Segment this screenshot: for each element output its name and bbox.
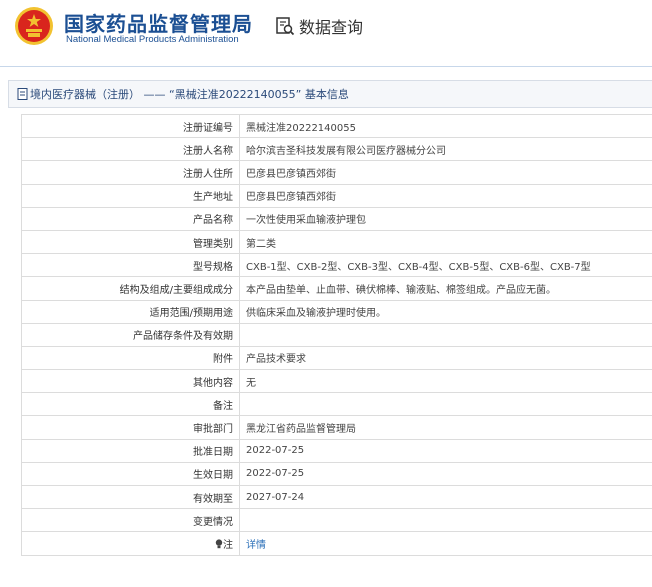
table-row-note: 注 详情 (21, 531, 652, 556)
registration-info-table: 注册证编号 黑械注准20222140055 注册人名称 哈尔滨吉圣科技发展有限公司医疗… (21, 113, 652, 556)
field-value: 2022-07-25 (239, 461, 652, 487)
page-title: 境内医疗器械（注册） —— “黑械注准20222140055” 基本信息 (30, 88, 349, 101)
table-row: 有效期至 2027-07-24 (21, 484, 652, 510)
field-label: 管理类别 (21, 229, 240, 255)
data-query-button[interactable]: 数据查询 (275, 14, 363, 38)
field-label: 其他内容 (21, 369, 240, 394)
field-label: 注 (21, 531, 240, 556)
field-label: 结构及组成/主要组成成分 (21, 276, 240, 301)
table-row: 其他内容无 (21, 369, 652, 394)
table-row: 附件 产品技术要求 (21, 345, 652, 371)
table-row: 备注 (21, 392, 652, 417)
field-label: 产品名称 (21, 206, 240, 231)
field-label: 变更情况 (21, 508, 240, 533)
field-value (239, 392, 652, 417)
table-row: 结构及组成/主要组成成分 本产品由垫单、止血带、碘伏棉棒、输液贴、棉签组成。产品应… (21, 276, 652, 301)
document-icon (17, 88, 28, 100)
table-row: 产品储存条件及有效期 (21, 322, 652, 347)
field-label: 生产地址 (21, 183, 240, 208)
data-search-icon (276, 17, 295, 36)
field-value: 巴彦县巴彦镇西郊街 (239, 160, 652, 185)
field-label: 注册人住所 (21, 160, 240, 185)
field-value: 一次性使用采血输液护理包 (239, 206, 652, 231)
org-name-en: National Medical Products Administration (66, 34, 239, 45)
table-row: 注册人名称 哈尔滨吉圣科技发展有限公司医疗器械分公司 (21, 137, 652, 162)
site-header: 国家药品监督管理局 National Medical Products Admi… (0, 0, 652, 67)
table-row: 注册人住所 巴彦县巴彦镇西郊街 (21, 160, 652, 185)
field-value (239, 508, 652, 533)
field-value: CXB-1型、CXB-2型、CXB-3型、CXB-4型、CXB-5型、CXB-6… (239, 253, 652, 278)
table-row: 管理类别 第二类 (21, 229, 652, 255)
field-value: 黑龙江省药品监督管理局 (239, 415, 652, 440)
field-value: 无 (239, 369, 652, 394)
field-label: 批准日期 (21, 438, 240, 463)
table-row: 型号规格 CXB-1型、CXB-2型、CXB-3型、CXB-4型、CXB-5型、C… (21, 253, 652, 278)
field-value: 2027-07-24 (239, 484, 652, 510)
field-value: 详情 (239, 531, 652, 556)
field-label: 有效期至 (21, 484, 240, 510)
field-label: 适用范围/预期用途 (21, 299, 240, 324)
field-label: 注册证编号 (21, 113, 240, 139)
page-title-bar: 境内医疗器械（注册） —— “黑械注准20222140055” 基本信息 (8, 80, 652, 108)
table-row: 批准日期 2022-07-25 (21, 438, 652, 463)
field-label: 附件 (21, 345, 240, 371)
details-link[interactable]: 详情 (246, 540, 266, 551)
field-label: 产品储存条件及有效期 (21, 322, 240, 347)
org-name-cn: 国家药品监督管理局 (64, 12, 253, 36)
national-emblem-icon (15, 7, 53, 45)
field-value: 巴彦县巴彦镇西郊街 (239, 183, 652, 208)
field-value: 供临床采血及输液护理时使用。 (239, 299, 652, 324)
table-row: 注册证编号 黑械注准20222140055 (21, 113, 652, 139)
field-value: 黑械注准20222140055 (239, 113, 652, 139)
table-row: 生产地址 巴彦县巴彦镇西郊街 (21, 183, 652, 208)
field-label: 生效日期 (21, 461, 240, 487)
table-row: 产品名称 一次性使用采血输液护理包 (21, 206, 652, 231)
table-row: 审批部门 黑龙江省药品监督管理局 (21, 415, 652, 440)
table-row: 变更情况 (21, 508, 652, 533)
field-value: 第二类 (239, 229, 652, 255)
field-label: 注册人名称 (21, 137, 240, 162)
field-label: 备注 (21, 392, 240, 417)
field-label: 审批部门 (21, 415, 240, 440)
table-row: 适用范围/预期用途 供临床采血及输液护理时使用。 (21, 299, 652, 324)
field-value: 本产品由垫单、止血带、碘伏棉棒、输液贴、棉签组成。产品应无菌。 (239, 276, 652, 301)
field-value: 哈尔滨吉圣科技发展有限公司医疗器械分公司 (239, 137, 652, 162)
field-value (239, 322, 652, 347)
field-value: 产品技术要求 (239, 345, 652, 371)
field-label: 型号规格 (21, 253, 240, 278)
note-label: 注 (223, 539, 233, 551)
table-row: 生效日期 2022-07-25 (21, 461, 652, 487)
field-value: 2022-07-25 (239, 438, 652, 463)
lightbulb-icon (215, 539, 223, 549)
data-query-label: 数据查询 (299, 18, 364, 37)
